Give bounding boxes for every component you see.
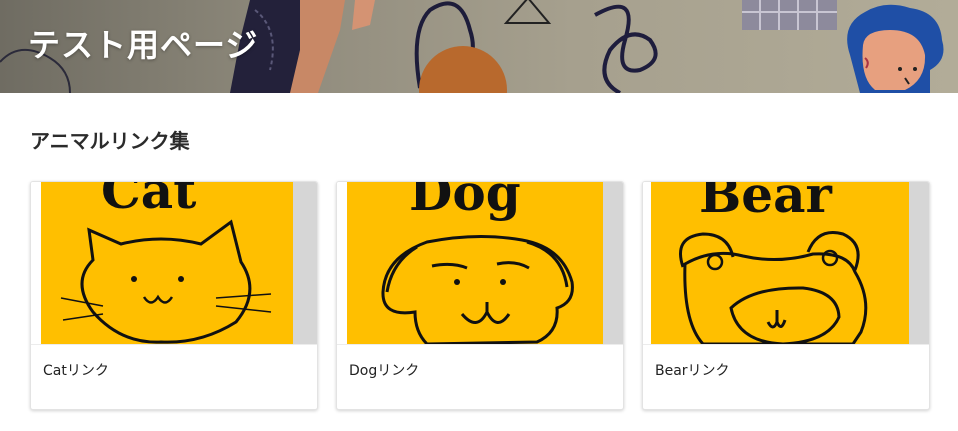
dog-image[interactable]: Dog — [337, 182, 623, 344]
section-heading: アニマルリンク集 — [30, 129, 190, 153]
bear-image-text: Bear — [699, 182, 832, 224]
card-divider — [31, 344, 317, 345]
bear-link[interactable]: Bearリンク — [655, 360, 730, 380]
cat-image[interactable]: Cat — [31, 182, 317, 344]
card-divider — [643, 344, 929, 345]
animal-card-list: Cat Catリンク Dog Dogリンク Bear Bearリンク — [30, 181, 930, 410]
card-dog[interactable]: Dog Dogリンク — [336, 181, 624, 410]
cat-link[interactable]: Catリンク — [43, 360, 109, 380]
dog-image-text: Dog — [409, 182, 521, 222]
cat-illustration: Cat — [41, 182, 317, 344]
card-cat[interactable]: Cat Catリンク — [30, 181, 318, 410]
bear-illustration: Bear — [651, 182, 929, 344]
dog-link[interactable]: Dogリンク — [349, 360, 419, 380]
header-banner: テスト用ページ — [0, 0, 958, 93]
dog-illustration: Dog — [347, 182, 623, 344]
card-divider — [337, 344, 623, 345]
bear-image[interactable]: Bear — [643, 182, 929, 344]
card-bear[interactable]: Bear Bearリンク — [642, 181, 930, 410]
page-title: テスト用ページ — [28, 26, 259, 64]
cat-image-text: Cat — [101, 182, 196, 220]
